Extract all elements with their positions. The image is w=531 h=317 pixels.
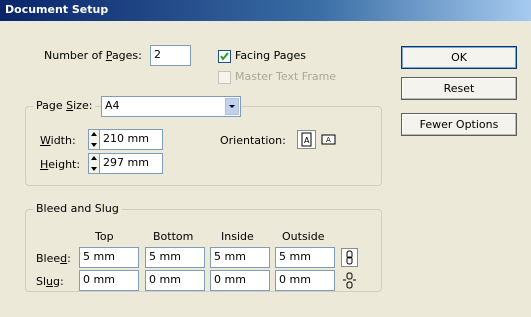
column-header-outside: Outside	[282, 230, 325, 243]
column-header-inside: Inside	[221, 230, 254, 243]
height-label: Height:	[40, 158, 81, 171]
height-spinner[interactable]	[88, 153, 100, 174]
bleed-top-input[interactable]: 5 mm	[79, 247, 139, 268]
slug-label: Slug:	[36, 275, 64, 288]
slug-outside-input[interactable]: 0 mm	[275, 270, 335, 291]
slug-inside-input[interactable]: 0 mm	[210, 270, 270, 291]
number-of-pages-input[interactable]: 2	[150, 45, 191, 66]
facing-pages-checkbox[interactable]	[218, 50, 231, 63]
orientation-label: Orientation:	[220, 134, 286, 147]
checkmark-icon	[220, 52, 229, 61]
page-size-label: Page Size:	[33, 99, 96, 112]
reset-button[interactable]: Reset	[401, 77, 517, 100]
fewer-options-button[interactable]: Fewer Options	[401, 113, 517, 136]
title-bar: Document Setup	[0, 0, 531, 21]
master-text-frame-label: Master Text Frame	[235, 70, 337, 83]
landscape-orientation-icon[interactable]: A	[320, 131, 337, 148]
bleed-label: Bleed:	[36, 252, 71, 265]
slug-bottom-input[interactable]: 0 mm	[145, 270, 205, 291]
svg-text:A: A	[326, 136, 331, 144]
window-title: Document Setup	[5, 3, 109, 16]
bleed-inside-input[interactable]: 5 mm	[210, 247, 270, 268]
document-setup-dialog: Number of Pages: 2 Facing Pages Master T…	[0, 21, 531, 317]
column-header-top: Top	[95, 230, 114, 243]
bleed-outside-input[interactable]: 5 mm	[275, 247, 335, 268]
chain-link-icon[interactable]	[341, 248, 358, 267]
page-size-value: A4	[105, 99, 120, 112]
svg-text:A: A	[304, 136, 310, 145]
column-header-bottom: Bottom	[153, 230, 194, 243]
portrait-orientation-icon[interactable]: A	[297, 130, 316, 149]
facing-pages-label: Facing Pages	[235, 49, 306, 62]
page-size-select[interactable]: A4	[101, 96, 241, 117]
master-text-frame-checkbox[interactable]	[218, 71, 231, 84]
broken-chain-icon[interactable]	[341, 272, 358, 289]
width-input[interactable]: 210 mm	[100, 129, 163, 150]
width-label: Width:	[40, 134, 76, 147]
bleed-slug-title: Bleed and Slug	[33, 202, 122, 215]
number-of-pages-label: Number of Pages:	[44, 49, 142, 62]
height-input[interactable]: 297 mm	[100, 153, 163, 174]
bleed-bottom-input[interactable]: 5 mm	[145, 247, 205, 268]
chevron-down-icon[interactable]	[225, 98, 239, 115]
width-spinner[interactable]	[88, 129, 100, 150]
slug-top-input[interactable]: 0 mm	[79, 270, 139, 291]
ok-button[interactable]: OK	[401, 46, 517, 69]
